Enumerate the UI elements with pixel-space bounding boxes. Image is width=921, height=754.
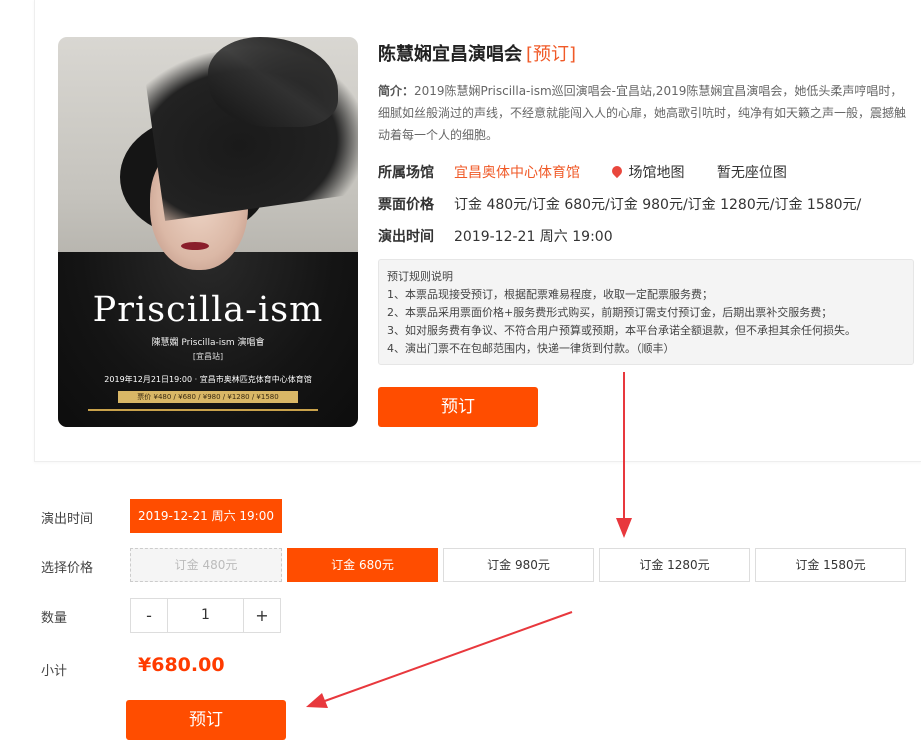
rule-item: 4、演出门票不在包邮范围内，快递一律货到付款。（顺丰）	[387, 342, 675, 355]
rule-item: 2、本票品采用票面价格+服务费形式购买，前期预订需支付预订金，后期出票补交服务费…	[387, 306, 833, 319]
subtotal-value: ¥680.00	[138, 654, 225, 676]
form-time-label: 演出时间	[41, 512, 94, 527]
rule-item: 3、如对服务费有争议、不符合用户预算或预期，本平台承诺全额退款，但不承担其余任何…	[387, 324, 856, 337]
price-label: 票面价格	[378, 197, 434, 213]
poster-divider	[88, 409, 318, 411]
time-option[interactable]: 2019-12-21 周六 19:00	[130, 499, 282, 533]
quantity-stepper: - 1 +	[130, 598, 281, 633]
price-option-680[interactable]: 订金 680元	[287, 548, 438, 582]
venue-map-link[interactable]: 场馆地图	[610, 163, 685, 181]
price-list: 订金 480元/订金 680元/订金 980元/订金 1280元/订金 1580…	[454, 197, 862, 213]
rules-heading: 预订规则说明	[387, 270, 453, 283]
form-qty-label: 数量	[41, 611, 68, 626]
event-title: 陈慧娴宜昌演唱会 [预订]	[378, 40, 576, 66]
intro-text: 2019陈慧娴Priscilla-ism巡回演唱会-宜昌站,2019陈慧娴宜昌演…	[378, 84, 907, 142]
booking-rules: 预订规则说明 1、本票品现接受预订，根据配票难易程度，收取一定配票服务费； 2、…	[378, 259, 914, 365]
price-option-1580[interactable]: 订金 1580元	[755, 548, 906, 582]
poster-subtitle: 陳慧嫻 Priscilla-ism 演唱會	[151, 338, 265, 348]
time-label: 演出时间	[378, 229, 434, 245]
venue-map-label: 场馆地图	[628, 165, 685, 181]
price-option-480[interactable]: 订金 480元	[130, 548, 282, 582]
seat-map-text: 暂无座位图	[716, 165, 787, 181]
form-price-label: 选择价格	[41, 561, 94, 576]
event-poster: Priscilla-ism 陳慧嫻 Priscilla-ism 演唱會 [宜昌站…	[58, 37, 358, 427]
map-pin-icon	[610, 163, 625, 179]
venue-link[interactable]: 宜昌奥体中心体育馆	[454, 165, 580, 181]
venue-info: 宜昌奥体中心体育馆 场馆地图 暂无座位图	[454, 162, 787, 182]
price-option-980[interactable]: 订金 980元	[443, 548, 594, 582]
book-button-bottom[interactable]: 预订	[126, 700, 286, 740]
rule-item: 1、本票品现接受预订，根据配票难易程度，收取一定配票服务费；	[387, 288, 713, 301]
arrow-left-annotation	[306, 611, 573, 708]
price-option-1280[interactable]: 订金 1280元	[599, 548, 750, 582]
venue-label: 所属场馆	[378, 165, 434, 181]
event-title-text: 陈慧娴宜昌演唱会	[378, 44, 522, 65]
poster-prices: 票价 ¥480 / ¥680 / ¥980 / ¥1280 / ¥1580	[118, 391, 298, 403]
poster-title: Priscilla-ism	[92, 290, 324, 330]
form-subtotal-label: 小计	[41, 664, 68, 679]
qty-minus-button[interactable]: -	[131, 599, 167, 632]
time-value: 2019-12-21 周六 19:00	[454, 229, 613, 245]
qty-plus-button[interactable]: +	[244, 599, 280, 632]
event-intro: 简介：2019陈慧娴Priscilla-ism巡回演唱会-宜昌站,2019陈慧娴…	[378, 80, 908, 146]
intro-label: 简介：	[378, 84, 415, 98]
book-button-top[interactable]: 预订	[378, 387, 538, 427]
poster-station: [宜昌站]	[192, 352, 224, 361]
poster-info: 2019年12月21日19:00 · 宜昌市奥林匹克体育中心体育馆	[104, 375, 312, 384]
poster-lips	[181, 242, 209, 250]
status-tag: [预订]	[526, 44, 577, 65]
qty-input[interactable]: 1	[167, 599, 244, 632]
